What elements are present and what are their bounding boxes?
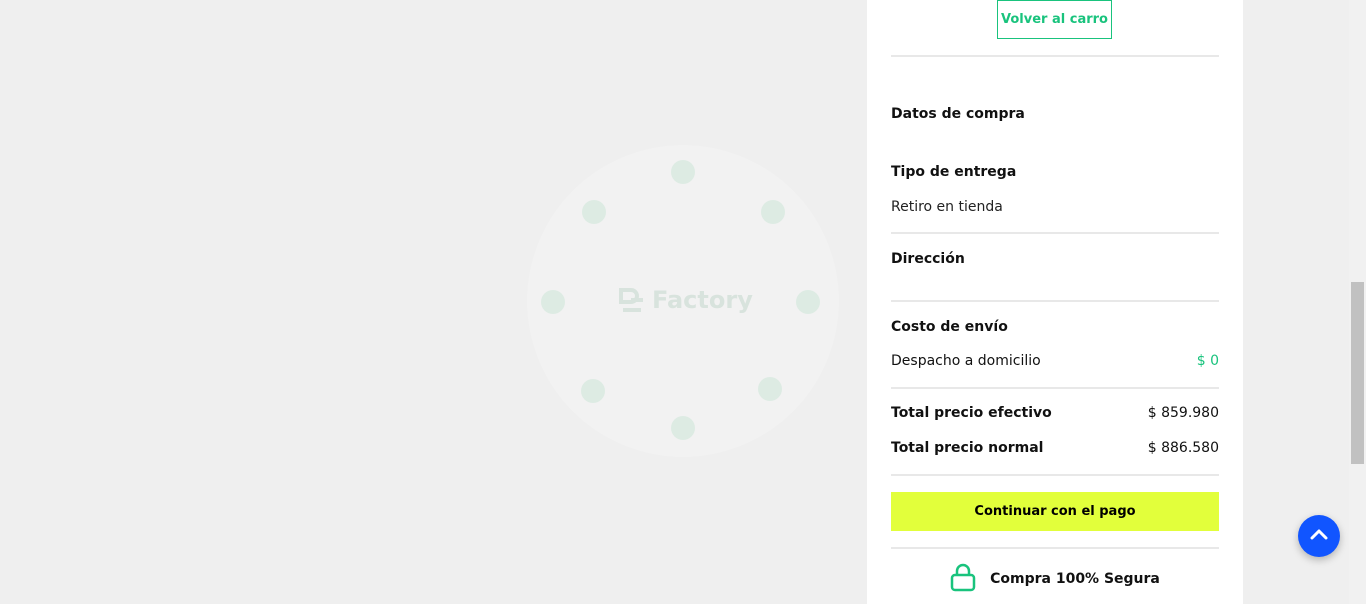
factory-logo-icon [618, 286, 646, 314]
total-cash-label: Total precio efectivo [891, 405, 1052, 421]
chevron-up-icon [1310, 527, 1328, 545]
shipping-cost-row: Despacho a domicilio $ 0 [891, 353, 1219, 369]
shipping-cost-heading: Costo de envío [891, 319, 1008, 335]
factory-logo: Factory [618, 286, 753, 314]
loader-dot [796, 290, 820, 314]
factory-logo-text: Factory [652, 286, 753, 314]
total-normal-label: Total precio normal [891, 440, 1044, 456]
scrollbar-thumb[interactable] [1351, 282, 1364, 464]
total-normal-value: $ 886.580 [1147, 440, 1219, 456]
loader-dot [541, 290, 565, 314]
secure-purchase-text: Compra 100% Segura [990, 571, 1160, 587]
loader-dot [582, 200, 606, 224]
loader-dot [671, 160, 695, 184]
scroll-to-top-button[interactable] [1298, 515, 1340, 557]
divider [891, 547, 1219, 549]
back-to-cart-button[interactable]: Volver al carro [997, 0, 1112, 39]
total-cash-value: $ 859.980 [1147, 405, 1219, 421]
order-summary-panel: Volver al carro Datos de compra Tipo de … [867, 0, 1243, 604]
continue-payment-button[interactable]: Continuar con el pago [891, 492, 1219, 531]
loader-dot [758, 377, 782, 401]
total-cash-row: Total precio efectivo $ 859.980 [891, 405, 1219, 421]
shipping-cost-label: Despacho a domicilio [891, 353, 1041, 369]
total-normal-row: Total precio normal $ 886.580 [891, 440, 1219, 456]
shipping-cost-value: $ 0 [1196, 353, 1219, 369]
loader-dot [761, 200, 785, 224]
divider [891, 300, 1219, 302]
divider [891, 387, 1219, 389]
delivery-type-heading: Tipo de entrega [891, 164, 1017, 180]
loader-dot [671, 416, 695, 440]
loader-dot [581, 379, 605, 403]
divider [891, 232, 1219, 234]
page-scrollbar[interactable] [1349, 0, 1366, 604]
divider [891, 474, 1219, 476]
purchase-data-title: Datos de compra [891, 106, 1025, 122]
divider [891, 55, 1219, 57]
lock-icon [950, 562, 976, 596]
secure-purchase-badge: Compra 100% Segura [891, 562, 1219, 596]
address-heading: Dirección [891, 251, 965, 267]
delivery-type-value: Retiro en tienda [891, 199, 1003, 215]
